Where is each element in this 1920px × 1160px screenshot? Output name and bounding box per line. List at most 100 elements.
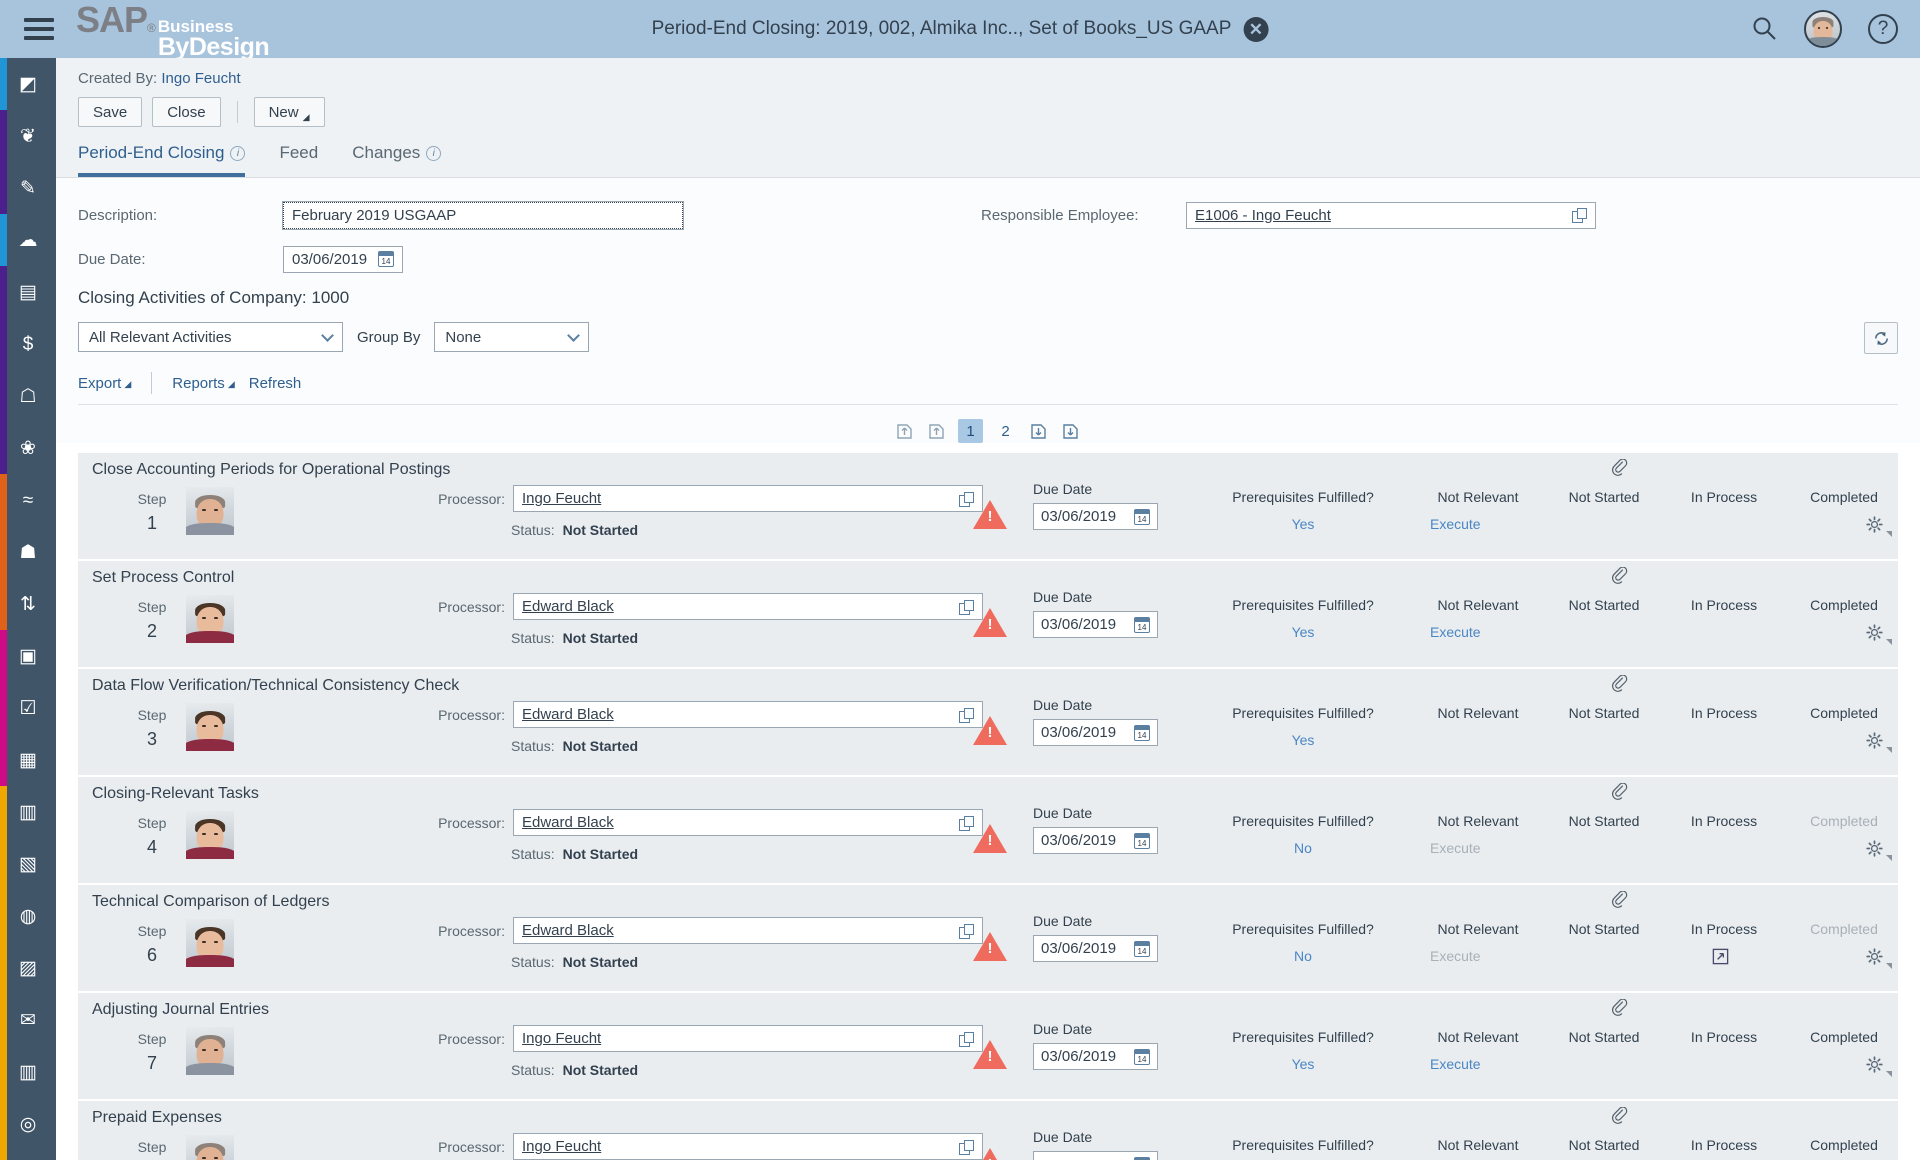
help-icon[interactable]: ? bbox=[1868, 14, 1898, 44]
activity-title: Technical Comparison of Ledgers bbox=[92, 893, 329, 911]
table-row[interactable]: Data Flow Verification/Technical Consist… bbox=[78, 669, 1898, 777]
user-avatar[interactable] bbox=[1804, 10, 1842, 48]
paperclip-icon[interactable] bbox=[1611, 1107, 1631, 1127]
description-input[interactable]: February 2019 USGAAP bbox=[283, 202, 683, 229]
sidebar-item-logistics[interactable]: ☗ bbox=[0, 526, 56, 578]
export-button[interactable]: Export ◢ bbox=[78, 375, 131, 392]
paperclip-icon[interactable] bbox=[1611, 567, 1631, 587]
calendar-icon[interactable]: 14 bbox=[1134, 1157, 1150, 1160]
row-menu-caret[interactable] bbox=[1886, 855, 1892, 861]
row-menu-caret[interactable] bbox=[1886, 963, 1892, 969]
calendar-icon[interactable]: 14 bbox=[378, 251, 394, 267]
sidebar-item-cash-flow[interactable]: ≈ bbox=[0, 474, 56, 526]
sidebar-item-payments-approval[interactable]: $ bbox=[0, 318, 56, 370]
prerequisites-value[interactable]: Yes bbox=[1292, 732, 1315, 748]
sidebar-item-partner-management[interactable]: ❦ bbox=[0, 110, 56, 162]
gear-icon[interactable] bbox=[1865, 515, 1884, 534]
sidebar-item-tax-management[interactable]: ▨ bbox=[0, 942, 56, 994]
group-by-select[interactable]: None bbox=[434, 322, 589, 352]
created-by-value[interactable]: Ingo Feucht bbox=[161, 70, 240, 87]
action-button-row: Save Close New ◢ bbox=[78, 97, 1898, 127]
last-page-icon[interactable] bbox=[1060, 420, 1082, 442]
table-row[interactable]: Prepaid Expenses Step Processor: Ingo Fe… bbox=[78, 1101, 1898, 1160]
prerequisites-value[interactable]: No bbox=[1294, 948, 1312, 964]
description-value: February 2019 USGAAP bbox=[292, 207, 456, 224]
row-menu-caret[interactable] bbox=[1886, 1071, 1892, 1077]
sidebar-item-products[interactable]: ❀ bbox=[0, 422, 56, 474]
sidebar-item-customer-accounts[interactable]: ☖ bbox=[0, 370, 56, 422]
due-date-input[interactable]: 03/06/2019 14 bbox=[283, 246, 403, 273]
sidebar-item-billing-documents[interactable]: ▥ bbox=[0, 786, 56, 838]
row-menu-caret[interactable] bbox=[1886, 531, 1892, 537]
status-column-headers: Prerequisites Fulfilled? Not Relevant No… bbox=[78, 705, 1898, 725]
sidebar-item-invoices[interactable]: ▤ bbox=[0, 266, 56, 318]
save-button[interactable]: Save bbox=[78, 97, 142, 127]
refresh-link[interactable]: Refresh bbox=[249, 375, 302, 392]
refresh-button[interactable] bbox=[1864, 322, 1898, 354]
reports-button[interactable]: Reports ◢ bbox=[172, 375, 234, 392]
sidebar-item-contracts[interactable]: ☁ bbox=[0, 214, 56, 266]
col-prerequisites: Prerequisites Fulfilled? bbox=[1232, 597, 1374, 613]
sidebar-item-payroll[interactable]: ▤ bbox=[0, 1150, 56, 1160]
search-icon[interactable] bbox=[1752, 16, 1778, 42]
gear-icon[interactable] bbox=[1865, 1055, 1884, 1074]
page-1-button[interactable]: 1 bbox=[958, 419, 983, 443]
activity-filter-select[interactable]: All Relevant Activities bbox=[78, 322, 343, 352]
paperclip-icon[interactable] bbox=[1611, 891, 1631, 911]
sidebar-item-calendar[interactable]: ▦ bbox=[0, 734, 56, 786]
page-2-button[interactable]: 2 bbox=[993, 419, 1018, 443]
sidebar-item-mail-documents[interactable]: ✉ bbox=[0, 994, 56, 1046]
sidebar-item-home-analytics[interactable]: ◩ bbox=[0, 58, 56, 110]
sidebar-item-cost-management[interactable]: ◍ bbox=[0, 890, 56, 942]
prerequisites-value[interactable]: Yes bbox=[1292, 516, 1315, 532]
paperclip-icon[interactable] bbox=[1611, 459, 1631, 479]
sidebar-item-general-ledger[interactable]: ▥ bbox=[0, 1046, 56, 1098]
table-row[interactable]: Set Process Control Step 2 Processor: Ed… bbox=[78, 561, 1898, 669]
gear-icon[interactable] bbox=[1865, 839, 1884, 858]
created-by: Created By: Ingo Feucht bbox=[78, 70, 1898, 87]
gear-icon[interactable] bbox=[1865, 947, 1884, 966]
table-row[interactable]: Closing-Relevant Tasks Step 4 Processor:… bbox=[78, 777, 1898, 885]
table-row[interactable]: Adjusting Journal Entries Step 7 Process… bbox=[78, 993, 1898, 1101]
next-page-icon[interactable] bbox=[1028, 420, 1050, 442]
row-menu-caret[interactable] bbox=[1886, 747, 1892, 753]
sidebar-item-period-search[interactable]: ▣ bbox=[0, 630, 56, 682]
value-help-icon[interactable] bbox=[1572, 208, 1587, 222]
prerequisites-value[interactable]: No bbox=[1294, 840, 1312, 856]
products-icon: ❀ bbox=[14, 434, 42, 462]
paperclip-icon[interactable] bbox=[1611, 675, 1631, 695]
table-row[interactable]: Technical Comparison of Ledgers Step 6 P… bbox=[78, 885, 1898, 993]
previous-page-icon[interactable] bbox=[926, 420, 948, 442]
responsible-employee-input[interactable]: E1006 - Ingo Feucht bbox=[1186, 202, 1596, 229]
sidebar-item-business-documents[interactable]: ✎ bbox=[0, 162, 56, 214]
prerequisites-value[interactable]: Yes bbox=[1292, 1056, 1315, 1072]
sidebar-item-payments[interactable]: ◎ bbox=[0, 1098, 56, 1150]
sidebar-item-inventory-box[interactable]: ▧ bbox=[0, 838, 56, 890]
row-menu-caret[interactable] bbox=[1886, 639, 1892, 645]
close-icon[interactable]: ✕ bbox=[1243, 17, 1268, 42]
execute-link[interactable]: Execute bbox=[1430, 1056, 1481, 1072]
open-in-new-window-icon[interactable] bbox=[1711, 947, 1730, 966]
execute-link[interactable]: Execute bbox=[1430, 840, 1481, 856]
table-row[interactable]: Close Accounting Periods for Operational… bbox=[78, 453, 1898, 561]
paperclip-icon[interactable] bbox=[1611, 783, 1631, 803]
sidebar-item-transfers[interactable]: ⇅ bbox=[0, 578, 56, 630]
paperclip-icon[interactable] bbox=[1611, 999, 1631, 1019]
gear-icon[interactable] bbox=[1865, 623, 1884, 642]
col-completed: Completed bbox=[1810, 705, 1878, 721]
new-button[interactable]: New ◢ bbox=[254, 97, 325, 127]
execute-link[interactable]: Execute bbox=[1430, 624, 1481, 640]
info-icon[interactable]: i bbox=[426, 146, 441, 161]
close-button[interactable]: Close bbox=[152, 97, 220, 127]
execute-link[interactable]: Execute bbox=[1430, 948, 1481, 964]
execute-link[interactable]: Execute bbox=[1430, 516, 1481, 532]
prerequisites-value[interactable]: Yes bbox=[1292, 624, 1315, 640]
info-icon[interactable]: i bbox=[230, 146, 245, 161]
sidebar-item-employee-approvals[interactable]: ☑ bbox=[0, 682, 56, 734]
tab-period-end-closing[interactable]: Period-End Closingi bbox=[78, 143, 245, 177]
tab-feed[interactable]: Feed bbox=[279, 143, 318, 177]
tab-changes[interactable]: Changesi bbox=[352, 143, 441, 177]
gear-icon[interactable] bbox=[1865, 731, 1884, 750]
hamburger-menu-icon[interactable] bbox=[24, 18, 54, 40]
first-page-icon[interactable] bbox=[894, 420, 916, 442]
